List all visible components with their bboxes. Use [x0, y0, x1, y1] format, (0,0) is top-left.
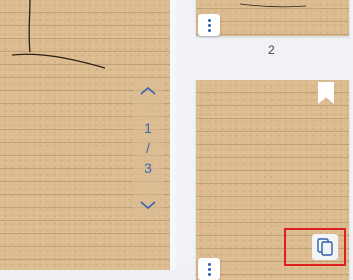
- duplicate-page-button[interactable]: [284, 228, 346, 266]
- page-menu-button[interactable]: [198, 258, 220, 280]
- next-page-button[interactable]: [133, 196, 163, 214]
- more-vertical-icon: [207, 262, 211, 266]
- page-navigator: 1 / 3: [133, 78, 163, 218]
- page-menu-button[interactable]: [198, 14, 220, 36]
- total-pages: 3: [144, 160, 152, 176]
- current-page-number: 1: [144, 120, 152, 136]
- more-vertical-icon: [207, 18, 211, 22]
- page-separator: /: [146, 140, 150, 156]
- thumbnail-page-number: 2: [268, 43, 275, 57]
- chevron-down-icon: [140, 201, 156, 210]
- copy-icon: [312, 234, 338, 260]
- previous-page-button[interactable]: [133, 82, 163, 100]
- chevron-up-icon: [140, 86, 156, 95]
